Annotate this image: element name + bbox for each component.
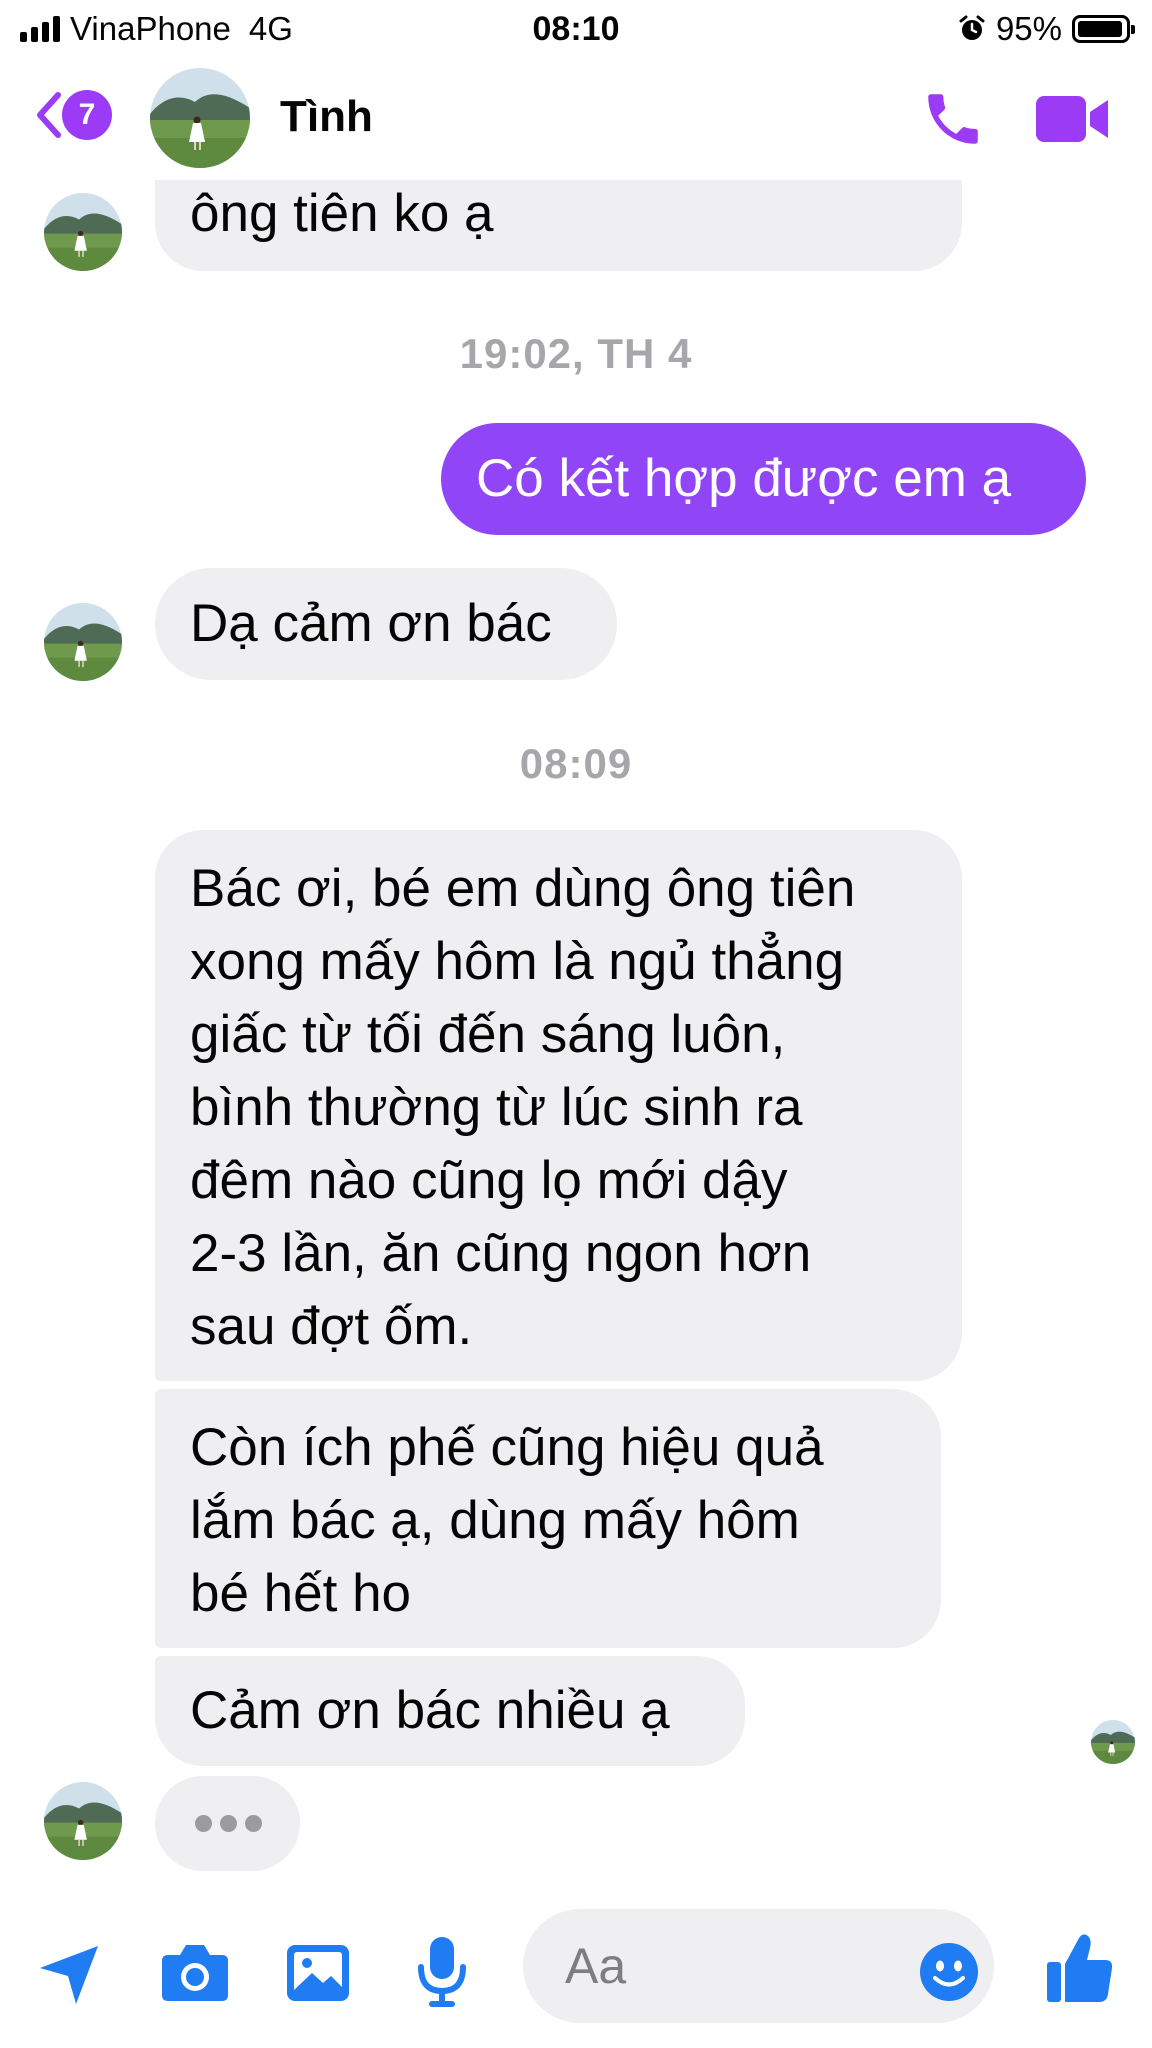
message-bubble[interactable]: Còn ích phế cũng hiệu quả lắm bác ạ, dùn… bbox=[155, 1389, 941, 1648]
back-chevron-icon bbox=[37, 92, 61, 138]
status-bar: VinaPhone 4G 08:10 95% bbox=[0, 0, 1152, 58]
message-line: bé hết ho bbox=[190, 1564, 412, 1623]
image-icon[interactable] bbox=[285, 1943, 351, 2003]
message-line: giấc từ tối đến sáng luôn, bbox=[190, 1005, 786, 1064]
camera-icon[interactable] bbox=[160, 1941, 230, 2003]
thumbs-up-icon[interactable] bbox=[1045, 1932, 1115, 2004]
typing-dot bbox=[245, 1815, 262, 1832]
battery-percentage: 95% bbox=[995, 10, 1062, 47]
message-input-placeholder: Aa bbox=[565, 1938, 627, 1994]
phone-icon[interactable] bbox=[920, 86, 986, 152]
message-composer: Aa bbox=[0, 1895, 1152, 2048]
message-line: Dạ cảm ơn bác bbox=[190, 594, 552, 653]
contact-avatar[interactable] bbox=[150, 68, 250, 168]
message-line: đêm nào cũng lọ mới dậy bbox=[190, 1151, 788, 1210]
typing-indicator bbox=[155, 1776, 300, 1871]
message-bubble[interactable]: Bác ơi, bé em dùng ông tiên xong mấy hôm… bbox=[155, 830, 962, 1381]
location-arrow-icon[interactable] bbox=[36, 1940, 104, 2008]
emoji-icon[interactable] bbox=[918, 1941, 980, 2003]
alarm-icon bbox=[959, 15, 985, 40]
unread-badge: 7 bbox=[62, 90, 112, 140]
message-line: bình thường từ lúc sinh ra bbox=[190, 1078, 803, 1137]
typing-dot bbox=[195, 1815, 212, 1832]
contact-avatar bbox=[44, 603, 122, 681]
microphone-icon[interactable] bbox=[415, 1935, 469, 2009]
battery-fill bbox=[1078, 21, 1122, 37]
message-line: sau đợt ốm. bbox=[190, 1297, 473, 1356]
contact-avatar bbox=[44, 193, 122, 271]
back-button[interactable]: 7 bbox=[34, 90, 112, 140]
message-bubble[interactable]: Có kết hợp được em ạ bbox=[441, 423, 1086, 535]
timestamp: 08:09 bbox=[519, 740, 633, 787]
conversation-header: 7 Tình bbox=[0, 58, 1152, 180]
timestamp: 19:02, TH 4 bbox=[459, 330, 693, 377]
video-camera-icon[interactable] bbox=[1034, 90, 1112, 148]
message-line: lắm bác ạ, dùng mấy hôm bbox=[190, 1491, 800, 1550]
contact-name[interactable]: Tình bbox=[280, 92, 373, 142]
message-line: Cảm ơn bác nhiều ạ bbox=[190, 1681, 670, 1740]
message-line: xong mấy hôm là ngủ thẳng bbox=[190, 932, 845, 991]
message-line: Bác ơi, bé em dùng ông tiên bbox=[190, 859, 856, 918]
message-line: 2-3 lần, ăn cũng ngon hơn bbox=[190, 1224, 812, 1283]
message-bubble[interactable]: Cảm ơn bác nhiều ạ bbox=[155, 1656, 745, 1766]
message-line: ông tiên ko ạ bbox=[190, 184, 494, 243]
message-bubble[interactable]: Dạ cảm ơn bác bbox=[155, 568, 617, 680]
read-receipt-avatar bbox=[1091, 1720, 1135, 1764]
typing-dot bbox=[220, 1815, 237, 1832]
contact-avatar bbox=[44, 1782, 122, 1860]
message-input[interactable]: Aa bbox=[523, 1909, 994, 2023]
message-line: Còn ích phế cũng hiệu quả bbox=[190, 1418, 824, 1477]
battery-icon bbox=[1072, 15, 1135, 43]
message-line: Có kết hợp được em ạ bbox=[476, 449, 1012, 508]
